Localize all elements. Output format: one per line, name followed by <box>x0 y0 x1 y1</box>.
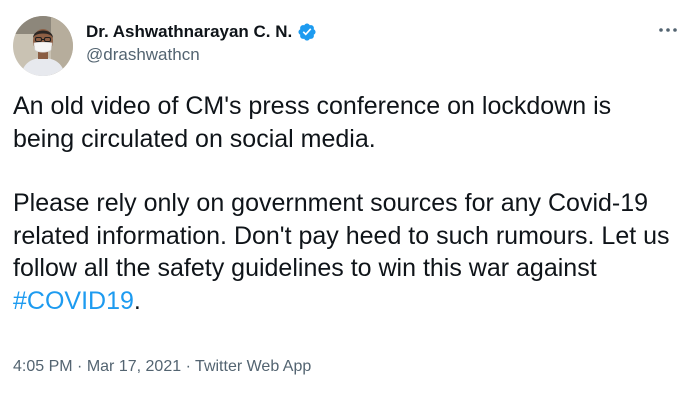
meta-separator: · <box>77 358 83 375</box>
tweet-time[interactable]: 4:05 PM <box>13 358 73 375</box>
author-handle[interactable]: @drashwathcn <box>86 45 317 65</box>
tweet-source[interactable]: Twitter Web App <box>195 358 311 375</box>
tweet-paragraph-1: An old video of CM's press conference on… <box>13 92 612 153</box>
verified-badge-icon <box>297 22 317 42</box>
avatar-image <box>13 16 73 76</box>
tweet-date[interactable]: Mar 17, 2021 <box>87 358 181 375</box>
more-options-icon[interactable] <box>656 22 680 38</box>
tweet-card: Dr. Ashwathnarayan C. N. @drashwathcn An… <box>0 0 700 404</box>
tweet-metadata: 4:05 PM · Mar 17, 2021 · Twitter Web App <box>13 358 311 376</box>
author-display-name[interactable]: Dr. Ashwathnarayan C. N. <box>86 22 292 42</box>
hashtag-link[interactable]: #COVID19 <box>13 287 134 315</box>
tweet-paragraph-2-text: Please rely only on government sources f… <box>13 189 670 282</box>
author-name-row: Dr. Ashwathnarayan C. N. <box>86 20 317 44</box>
author-block: Dr. Ashwathnarayan C. N. @drashwathcn <box>86 20 317 65</box>
tweet-paragraph-2-end: . <box>133 286 141 315</box>
meta-separator: · <box>185 358 191 375</box>
tweet-text: An old video of CM's press conference on… <box>13 90 673 317</box>
avatar[interactable] <box>13 16 73 76</box>
tweet-paragraph-2: Please rely only on government sources f… <box>13 187 673 317</box>
